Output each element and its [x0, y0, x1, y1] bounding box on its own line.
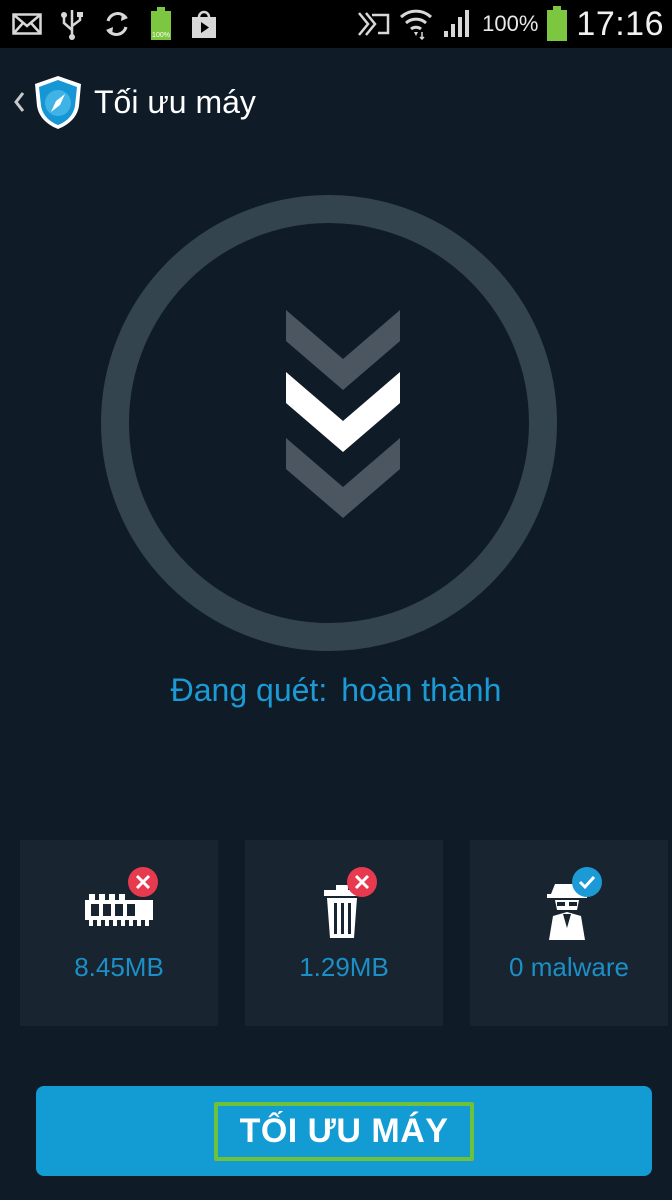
chevron-left-icon[interactable] — [10, 87, 28, 117]
scan-status: Đang quét: hoàn thành — [0, 672, 672, 709]
trash-can-icon — [294, 864, 394, 944]
scan-arrows-icon — [286, 310, 400, 518]
battery-charge-icon: 100% — [150, 7, 172, 41]
check-badge-icon — [572, 867, 602, 897]
stat-value-malware: 0 malware — [509, 952, 629, 982]
stat-card-memory[interactable]: 8.45MB — [20, 840, 218, 1026]
sync-icon — [102, 9, 132, 39]
optimize-highlight: TỐI ƯU MÁY — [213, 1101, 475, 1161]
play-store-icon — [190, 9, 218, 39]
stat-card-junk[interactable]: 1.29MB — [245, 840, 443, 1026]
spy-agent-icon — [519, 864, 619, 944]
error-badge-icon — [347, 867, 377, 897]
usb-icon — [60, 8, 84, 40]
scan-status-result: hoàn thành — [341, 672, 502, 708]
error-badge-icon — [128, 867, 158, 897]
svg-text:100%: 100% — [152, 32, 170, 39]
stat-card-malware[interactable]: 0 malware — [470, 840, 668, 1026]
shield-compass-icon[interactable] — [32, 74, 84, 130]
ram-chip-icon — [69, 864, 169, 944]
signal-icon — [442, 9, 474, 39]
stat-value-junk: 1.29MB — [299, 952, 389, 982]
scan-status-label: Đang quét: — [170, 672, 328, 708]
scan-progress-ring — [100, 194, 558, 652]
clock: 17:16 — [576, 4, 664, 43]
optimize-button-label: TỐI ƯU MÁY — [239, 1111, 449, 1150]
status-bar: 100% 100% 17:16 — [0, 0, 672, 48]
battery-percent: 100% — [482, 11, 539, 36]
battery-icon — [546, 6, 568, 42]
wifi-icon — [398, 8, 434, 40]
page-title: Tối ưu máy — [94, 83, 256, 120]
mail-icon — [12, 13, 42, 35]
app-header: Tối ưu máy — [0, 66, 672, 138]
nfc-icon — [356, 10, 390, 38]
stat-value-memory: 8.45MB — [74, 952, 164, 982]
optimize-button[interactable]: TỐI ƯU MÁY — [36, 1086, 652, 1176]
